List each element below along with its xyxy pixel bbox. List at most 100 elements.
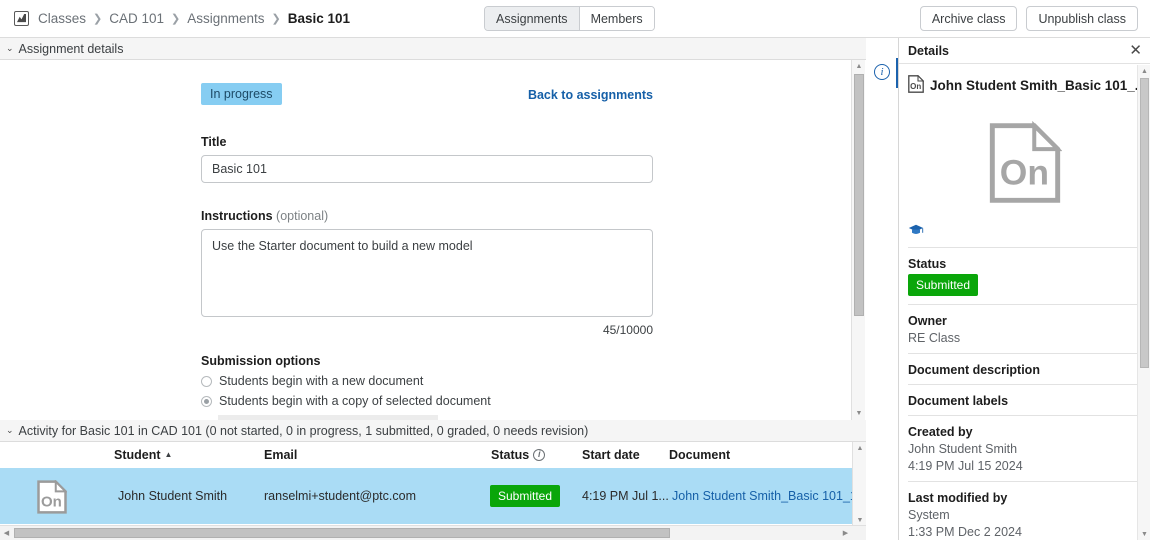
divider (908, 304, 1142, 305)
breadcrumb-item-assignments[interactable]: Assignments (187, 11, 264, 26)
scroll-up-icon[interactable]: ▲ (1138, 65, 1150, 77)
submission-option-new-document[interactable]: Students begin with a new document (201, 374, 653, 388)
submission-option-label: Students begin with a copy of selected d… (219, 394, 491, 408)
field-value-created-date: 4:19 PM Jul 15 2024 (908, 459, 1023, 473)
submission-option-label: Students begin with a new document (219, 374, 424, 388)
title-input[interactable] (201, 155, 653, 183)
back-to-assignments-link[interactable]: Back to assignments (528, 88, 653, 102)
details-panel: Details ✕ On John Student Smith_Basic 10… (898, 38, 1150, 540)
divider (908, 384, 1142, 385)
info-icon[interactable]: i (533, 448, 546, 461)
close-icon[interactable]: ✕ (1129, 43, 1142, 58)
details-panel-body: On John Student Smith_Basic 101_... On S… (899, 65, 1150, 540)
tab-assignments[interactable]: Assignments (485, 7, 580, 30)
assignment-details-section-header[interactable]: ⌄ Assignment details (0, 38, 866, 60)
instructions-textarea[interactable] (201, 229, 653, 317)
column-header-document[interactable]: Document (669, 448, 730, 462)
details-panel-header: Details ✕ (899, 38, 1150, 64)
table-header-row: Student ▲ Email Status i Start date Docu… (0, 442, 852, 468)
details-panel-scrollbar[interactable]: ▲ ▼ (1137, 65, 1150, 540)
details-vertical-scrollbar[interactable]: ▲ ▼ (851, 60, 865, 420)
column-header-start-date[interactable]: Start date (582, 448, 640, 462)
breadcrumb-item-cad-101[interactable]: CAD 101 (109, 11, 164, 26)
instructions-label: Instructions (optional) (201, 209, 653, 223)
tab-members[interactable]: Members (579, 7, 654, 30)
unpublish-class-button[interactable]: Unpublish class (1026, 6, 1138, 31)
scroll-left-icon[interactable]: ◀ (0, 526, 13, 540)
document-thumbnail: On (899, 104, 1150, 222)
cell-status: Submitted (490, 485, 561, 507)
view-tabs: Assignments Members (484, 6, 655, 31)
graduation-cap-icon (908, 224, 924, 234)
divider (908, 415, 1142, 416)
field-label-owner: Owner (908, 314, 947, 328)
breadcrumb: Classes ❯ CAD 101 ❯ Assignments ❯ Basic … (0, 11, 350, 26)
column-header-student-label: Student (114, 447, 161, 462)
field-value-created-by: John Student Smith (908, 442, 1018, 456)
details-metadata: Created by John Student Smith 4:19 PM Ju… (899, 425, 1150, 478)
field-value-last-modified-date: 1:33 PM Dec 2 2024 (908, 525, 1022, 539)
breadcrumb-separator: ❯ (271, 13, 281, 25)
field-label-document-description: Document description (908, 363, 1040, 377)
chevron-down-icon: ⌄ (6, 425, 14, 435)
scroll-right-icon[interactable]: ▶ (839, 526, 852, 540)
sort-ascending-icon: ▲ (164, 450, 173, 459)
column-header-status-label: Status (491, 447, 530, 462)
scrollbar-thumb[interactable] (14, 528, 670, 538)
instructions-optional-text: (optional) (276, 209, 329, 223)
onshape-document-icon: On (908, 74, 925, 96)
title-label: Title (201, 135, 227, 149)
svg-text:On: On (41, 493, 62, 510)
details-rail: i (866, 38, 899, 540)
table-row[interactable]: On John Student Smith ranselmi+student@p… (0, 468, 866, 524)
divider (908, 481, 1142, 482)
column-header-email[interactable]: Email (264, 448, 297, 462)
details-metadata: Status Submitted (899, 257, 1150, 296)
radio-icon[interactable] (201, 375, 212, 387)
column-header-start-date-label: Start date (582, 447, 640, 462)
scrollbar-thumb[interactable] (854, 74, 864, 316)
field-value-owner: RE Class (908, 331, 961, 345)
onshape-document-thumbnail-icon: On (989, 121, 1062, 203)
class-badge-row (899, 222, 1150, 247)
field-value-status: Submitted (908, 274, 1142, 296)
status-badge: In progress (201, 83, 282, 105)
breadcrumb-item-basic-101: Basic 101 (287, 11, 351, 26)
scrollbar-thumb[interactable] (1140, 78, 1149, 368)
divider (908, 353, 1142, 354)
cell-student: John Student Smith (118, 489, 228, 503)
breadcrumb-item-classes[interactable]: Classes (38, 11, 86, 26)
details-document-title: On John Student Smith_Basic 101_... (899, 65, 1150, 104)
field-label-created-by: Created by (908, 425, 973, 439)
table-vertical-scrollbar[interactable]: ▲ ▼ (852, 442, 866, 526)
scroll-down-icon[interactable]: ▼ (852, 407, 866, 420)
svg-text:On: On (910, 82, 921, 91)
column-header-document-label: Document (669, 447, 731, 462)
field-label-last-modified-by: Last modified by (908, 491, 1008, 505)
top-bar: Classes ❯ CAD 101 ❯ Assignments ❯ Basic … (0, 0, 1150, 38)
scroll-up-icon[interactable]: ▲ (852, 60, 866, 73)
activity-section-header[interactable]: ⌄ Activity for Basic 101 in CAD 101 (0 n… (0, 420, 866, 442)
column-header-email-label: Email (264, 447, 298, 462)
submission-options-label: Submission options (201, 354, 321, 368)
status-badge-submitted: Submitted (908, 274, 979, 296)
info-icon[interactable]: i (874, 64, 890, 80)
assignment-details-body: In progress Back to assignments Title In… (0, 60, 866, 420)
archive-class-button[interactable]: Archive class (919, 6, 1018, 31)
details-document-name: John Student Smith_Basic 101_... (930, 78, 1142, 93)
scroll-up-icon[interactable]: ▲ (853, 442, 866, 454)
instructions-char-count: 45/10000 (602, 323, 653, 337)
column-header-status[interactable]: Status i (491, 447, 546, 462)
table-horizontal-scrollbar[interactable]: ◀ ▶ (0, 525, 866, 540)
scroll-down-icon[interactable]: ▼ (1138, 528, 1150, 540)
details-panel-title: Details (908, 43, 949, 58)
radio-icon-selected[interactable] (201, 395, 212, 407)
column-header-student[interactable]: Student ▲ (114, 448, 172, 462)
details-metadata: Document labels (899, 394, 1150, 408)
row-document-icon: On (37, 480, 67, 514)
cell-document-link[interactable]: John Student Smith_Basic 101_101 Cla (672, 489, 866, 503)
submission-option-copy-selected[interactable]: Students begin with a copy of selected d… (201, 394, 653, 408)
instructions-label-text: Instructions (201, 209, 273, 223)
details-metadata: Last modified by System 1:33 PM Dec 2 20… (899, 491, 1150, 540)
details-metadata: Document description (899, 363, 1150, 377)
